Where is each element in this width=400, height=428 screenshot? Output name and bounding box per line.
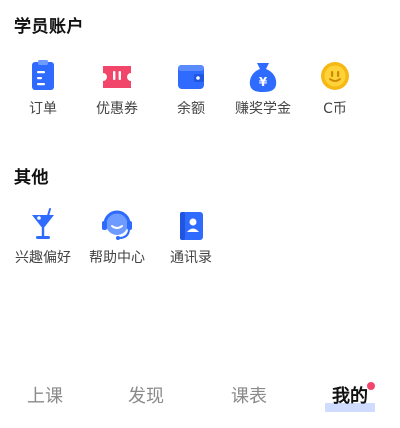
c-coin-label: C币 (323, 101, 347, 117)
tab-discover[interactable]: 发现 (111, 382, 181, 408)
headset-icon (97, 207, 137, 247)
profile-page: 学员账户 订单 优惠券 余额 ¥ 赚奖学金 C币 其他 兴趣偏好 帮助中心 通讯… (0, 0, 400, 428)
bottom-tab-bar: 上课 发现 课表 我的 (0, 370, 400, 428)
order-icon (23, 58, 63, 98)
notification-dot (367, 382, 375, 390)
contacts-entry[interactable]: 通讯录 (154, 207, 228, 277)
tab-discover-label: 发现 (128, 386, 164, 407)
contacts-label: 通讯录 (170, 250, 212, 266)
order-entry[interactable]: 订单 (6, 58, 80, 128)
student-account-title: 学员账户 (14, 17, 84, 37)
wallet-icon (171, 58, 211, 98)
other-grid: 兴趣偏好 帮助中心 通讯录 (0, 207, 400, 277)
cocktail-glass-icon (23, 207, 63, 247)
tab-mine-label: 我的 (332, 386, 368, 407)
tab-mine[interactable]: 我的 (315, 382, 385, 412)
c-coin-icon (315, 58, 355, 98)
interest-preference-entry[interactable]: 兴趣偏好 (6, 207, 80, 277)
coupon-entry[interactable]: 优惠券 (80, 58, 154, 128)
svg-text:¥: ¥ (259, 75, 268, 89)
help-center-entry[interactable]: 帮助中心 (80, 207, 154, 277)
other-title: 其他 (14, 168, 49, 188)
contacts-book-icon (171, 207, 211, 247)
student-account-grid: 订单 优惠券 余额 ¥ 赚奖学金 C币 (0, 58, 400, 128)
tab-schedule[interactable]: 课表 (214, 382, 284, 408)
scholarship-bag-icon: ¥ (243, 58, 283, 98)
coupon-icon (97, 58, 137, 98)
tab-attend-class-label: 上课 (27, 386, 63, 407)
tab-attend-class[interactable]: 上课 (10, 382, 80, 408)
tab-schedule-label: 课表 (231, 386, 267, 407)
c-coin-entry[interactable]: C币 (298, 58, 372, 128)
